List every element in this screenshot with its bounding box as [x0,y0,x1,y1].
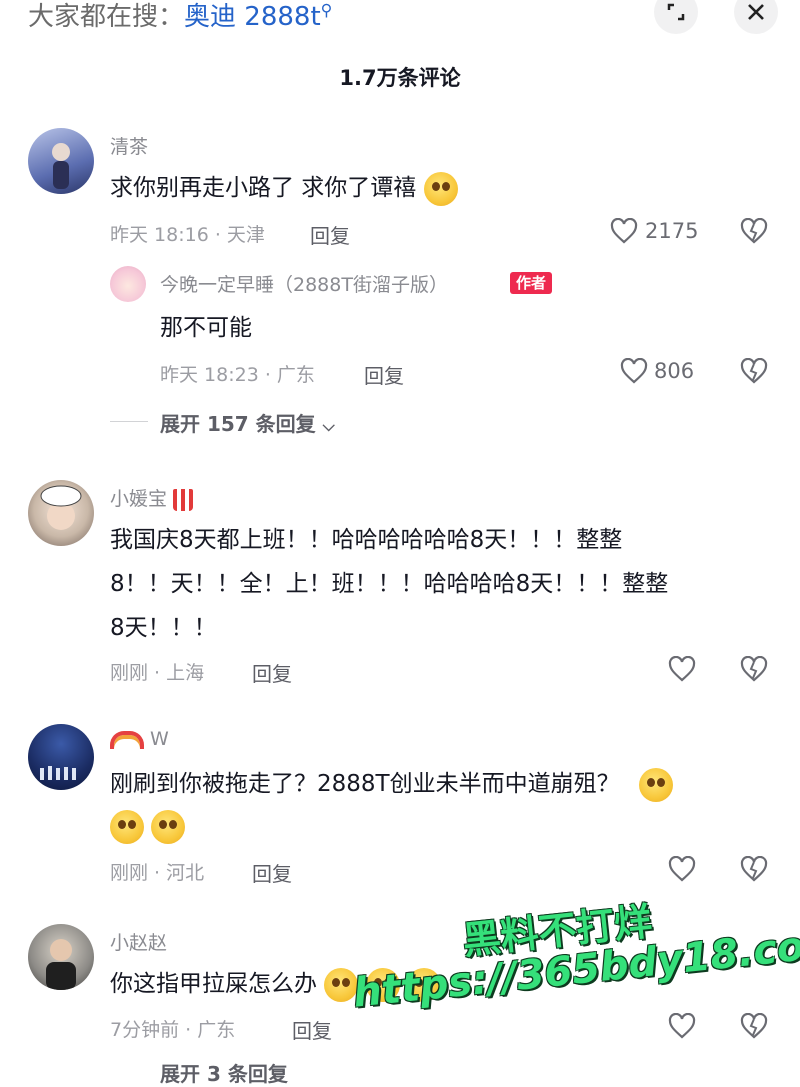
comment-location: 上海 [166,662,205,684]
reply-button[interactable]: 回复 [310,220,350,249]
expand-replies-button[interactable]: 展开 157 条回复 ⌵ [160,408,335,437]
author-badge: 作者 [510,272,553,294]
dislike-button[interactable] [740,217,768,248]
search-prefix: 大家都在搜： [28,2,185,32]
comment-text-content: 求你别再走小路了 求你了谭禧 [110,175,417,201]
broken-heart-icon [740,357,768,384]
heart-icon [668,1012,696,1039]
comment-location: 河北 [166,862,205,884]
like-button[interactable] [620,357,648,388]
avatar[interactable] [28,924,94,990]
like-button[interactable] [668,855,696,886]
comment-username-text: 小媛宝 [110,488,168,510]
comment-text-content: 刚刷到你被拖走了？2888T创业未半而中道崩殂？ [110,771,620,797]
like-button[interactable] [610,217,638,248]
close-icon[interactable] [734,0,778,34]
comment-text-line: 我国庆8天都上班！！哈哈哈哈哈哈8天！！！整整 [110,527,623,553]
like-button[interactable] [668,1012,696,1043]
expand-divider [110,421,148,422]
comment-meta: 刚刚 · 河北 [110,862,205,884]
comment-text: 刚刷到你被拖走了？2888T创业未半而中道崩殂？ [110,762,673,806]
reply-meta: 昨天 18:23 · 广东 [160,364,315,386]
reply-button[interactable]: 回复 [252,658,292,687]
grin-emoji-icon [423,171,458,206]
heart-icon [610,217,638,244]
thinking-emoji-icon [110,809,144,844]
reply-username[interactable]: 今晚一定早睡（2888T街溜子版） [160,270,448,297]
rainbow-icon [110,730,144,749]
dislike-button[interactable] [740,1012,768,1043]
reply-button[interactable]: 回复 [292,1015,332,1044]
broken-heart-icon [740,1012,768,1039]
dislike-button[interactable] [740,855,768,886]
expand-icon[interactable] [654,0,698,34]
chevron-down-icon: ⌵ [322,416,335,435]
broken-heart-icon [740,655,768,682]
heart-icon [668,855,696,882]
avatar[interactable] [28,724,94,790]
reply-avatar[interactable] [110,266,146,302]
like-button[interactable] [668,655,696,686]
comment-time: 刚刚 [110,862,149,884]
thinking-emoji-icon [151,809,186,844]
like-count: 806 [654,359,695,383]
comment-text: 求你别再走小路了 求你了谭禧 [110,166,458,210]
reply-button[interactable]: 回复 [252,858,292,887]
expand-replies-label: 展开 157 条回复 [160,412,316,436]
dislike-button[interactable] [740,655,768,686]
comment-location: 天津 [226,224,265,246]
comment-emoji-row [110,804,186,848]
comment-meta: 7分钟前 · 广东 [110,1019,236,1041]
comment-username-text: W [150,728,169,750]
comment-text-line: 8天！！！ [110,615,217,641]
comment-text-content: 你这指甲拉屎怎么办 [110,971,317,997]
comment-meta: 刚刚 · 上海 [110,662,205,684]
expand-replies-button[interactable]: 展开 3 条回复 [160,1058,288,1087]
comment-time: 刚刚 [110,662,149,684]
comment-time: 7分钟前 [110,1019,180,1041]
comment-count-title: 1.7万条评论 [339,66,461,90]
dislike-button[interactable] [740,357,768,388]
comment-username[interactable]: W [110,728,169,750]
like-count: 2175 [645,219,699,243]
comment-location: 广东 [197,1019,236,1041]
reply-location: 广东 [276,364,315,386]
comment-meta: 昨天 18:16 · 天津 [110,224,265,246]
comment-username[interactable]: 小媛宝 [110,484,194,511]
thinking-emoji-icon [638,767,673,802]
broken-heart-icon [740,217,768,244]
comment-time: 昨天 18:16 [110,224,209,246]
reply-button[interactable]: 回复 [364,360,404,389]
comment-username[interactable]: 清茶 [110,132,148,159]
trending-search-hint[interactable]: 大家都在搜：奥迪 2888t⚲ [28,0,332,33]
comment-username[interactable]: 小赵赵 [110,928,167,955]
search-icon: ⚲ [320,0,333,20]
avatar[interactable] [28,480,94,546]
avatar[interactable] [28,128,94,194]
heart-icon [620,357,648,384]
popcorn-icon [173,488,194,511]
broken-heart-icon [740,855,768,882]
reply-text: 那不可能 [160,315,252,341]
comment-text-line: 8！！天！！全！上！班！！！哈哈哈哈8天！！！整整 [110,571,669,597]
reply-time: 昨天 18:23 [160,364,259,386]
search-keyword[interactable]: 奥迪 2888t [184,2,321,32]
heart-icon [668,655,696,682]
